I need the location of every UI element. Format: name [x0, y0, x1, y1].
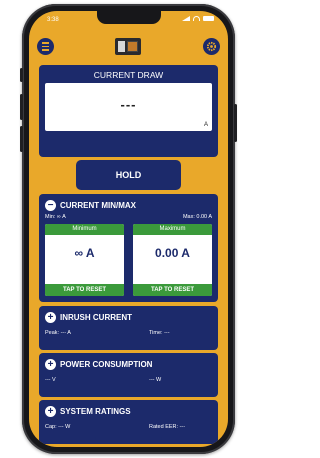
expand-icon[interactable]: + [45, 359, 56, 370]
gear-glyph [206, 41, 217, 52]
minimum-header: Minimum [45, 224, 124, 235]
phone-frame: 3:38 CURRENT DRAW --- A HOLD − CURRENT M… [20, 4, 237, 454]
home-indicator[interactable] [95, 437, 162, 440]
reset-maximum-button[interactable]: TAP TO RESET [133, 284, 212, 296]
minimum-value: ∞ A [74, 246, 95, 260]
maximum-value: 0.00 A [155, 246, 190, 260]
hold-button[interactable]: HOLD [76, 160, 181, 190]
brand-logo [115, 38, 141, 55]
inrush-current-panel: + INRUSH CURRENT Peak: --- A Time: --- [39, 306, 218, 350]
power-voltage: --- V [45, 377, 56, 383]
current-min-max-panel: − CURRENT MIN/MAX Min: ∞ A Max: 0.00 A M… [39, 194, 218, 302]
min-summary: Min: ∞ A [45, 214, 66, 220]
ratings-capacity: Cap: --- W [45, 424, 71, 430]
ratings-header[interactable]: + SYSTEM RATINGS [45, 406, 131, 417]
signal-icon [182, 16, 190, 21]
status-time: 3:38 [47, 17, 59, 23]
expand-icon[interactable]: + [45, 406, 56, 417]
phone-action-button [20, 68, 23, 82]
battery-icon [203, 16, 214, 21]
current-draw-unit: A [203, 122, 208, 128]
hamburger-menu-icon[interactable] [37, 38, 54, 55]
min-max-header[interactable]: − CURRENT MIN/MAX [45, 200, 136, 211]
current-draw-value: --- [120, 97, 137, 112]
phone-volume-down-button [20, 126, 23, 152]
inrush-peak: Peak: --- A [45, 330, 71, 336]
dynamic-island [97, 11, 161, 24]
phone-volume-up-button [20, 94, 23, 120]
minimum-box: Minimum ∞ A TAP TO RESET [45, 224, 124, 296]
expand-icon[interactable]: + [45, 312, 56, 323]
power-consumption-panel: + POWER CONSUMPTION --- V --- W [39, 353, 218, 397]
gear-icon[interactable] [203, 38, 220, 55]
ratings-eer: Rated EER: --- [149, 424, 186, 430]
current-draw-display: --- A [45, 83, 212, 131]
app-top-bar [29, 33, 228, 61]
max-summary: Max: 0.00 A [182, 214, 212, 220]
reset-minimum-button[interactable]: TAP TO RESET [45, 284, 124, 296]
inrush-time: Time: --- [149, 330, 170, 336]
ratings-title: SYSTEM RATINGS [60, 407, 131, 416]
maximum-header: Maximum [133, 224, 212, 235]
phone-power-button [234, 104, 237, 142]
status-icons [182, 16, 214, 21]
status-bar: 3:38 [29, 11, 228, 31]
app-screen: 3:38 CURRENT DRAW --- A HOLD − CURRENT M… [29, 11, 228, 447]
collapse-icon[interactable]: − [45, 200, 56, 211]
min-max-title: CURRENT MIN/MAX [60, 201, 136, 210]
inrush-header[interactable]: + INRUSH CURRENT [45, 312, 132, 323]
wifi-icon [193, 16, 200, 21]
power-header[interactable]: + POWER CONSUMPTION [45, 359, 152, 370]
power-title: POWER CONSUMPTION [60, 360, 153, 369]
current-draw-title: CURRENT DRAW [93, 70, 164, 80]
maximum-box: Maximum 0.00 A TAP TO RESET [133, 224, 212, 296]
current-draw-panel: CURRENT DRAW --- A [39, 65, 218, 157]
inrush-title: INRUSH CURRENT [60, 313, 132, 322]
power-watts: --- W [149, 377, 162, 383]
